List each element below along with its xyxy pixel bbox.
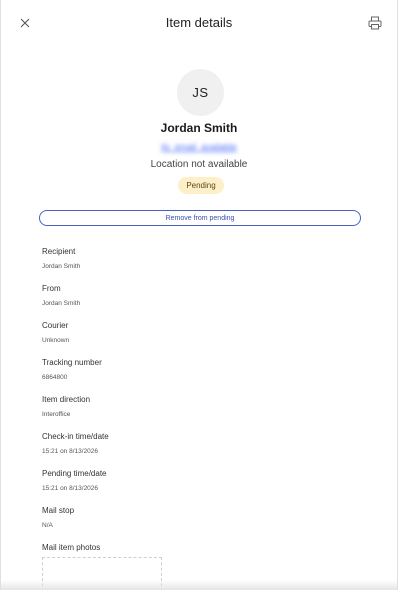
detail-recipient: Recipient Jordan Smith <box>42 247 80 270</box>
detail-label: From <box>42 284 61 293</box>
detail-label: Item direction <box>42 395 91 404</box>
detail-mail-item-photos: Mail item photos <box>42 543 100 552</box>
detail-value: Interoffice <box>42 411 71 418</box>
detail-item-direction: Item direction Interoffice <box>42 395 90 418</box>
detail-label: Tracking number <box>42 358 102 367</box>
detail-from: From Jordan Smith <box>42 284 80 307</box>
panel-header: Item details <box>1 0 397 46</box>
detail-value: Unknown <box>42 337 70 344</box>
detail-label: Courier <box>42 321 69 330</box>
detail-mail-stop: Mail stop N/A <box>42 506 74 529</box>
detail-tracking-number: Tracking number 6864800 <box>42 358 102 381</box>
detail-value: 15:21 on 8/13/2026 <box>42 448 99 455</box>
detail-label: Recipient <box>42 247 76 256</box>
recipient-email-link[interactable]: jls_email_available <box>1 142 397 152</box>
detail-label: Pending time/date <box>42 469 107 478</box>
recipient-name: Jordan Smith <box>160 121 238 135</box>
location-text: Location not available <box>150 159 248 170</box>
item-details-panel: Item details JS Jordan Smith jls_email_a… <box>0 0 398 590</box>
print-button[interactable] <box>367 15 383 31</box>
detail-value: 6864800 <box>42 374 68 381</box>
avatar-initials: JS <box>192 85 209 100</box>
photos-label: Mail item photos <box>42 543 101 552</box>
bottom-fade <box>1 580 397 590</box>
detail-value: N/A <box>42 522 53 529</box>
detail-value: Jordan Smith <box>42 300 81 307</box>
detail-value: 15:21 on 8/13/2026 <box>42 485 99 492</box>
detail-label: Mail stop <box>42 506 75 515</box>
status-badge: Pending <box>178 177 224 194</box>
remove-from-pending-button[interactable]: Remove from pending <box>39 210 361 226</box>
detail-label: Check-in time/date <box>42 432 109 441</box>
printer-icon <box>368 16 382 30</box>
page-title: Item details <box>165 15 233 30</box>
detail-check-in-time: Check-in time/date 15:21 on 8/13/2026 <box>42 432 109 455</box>
detail-value: Jordan Smith <box>42 263 81 270</box>
detail-courier: Courier Unknown <box>42 321 69 344</box>
avatar: JS <box>177 69 224 116</box>
detail-pending-time: Pending time/date 15:21 on 8/13/2026 <box>42 469 107 492</box>
